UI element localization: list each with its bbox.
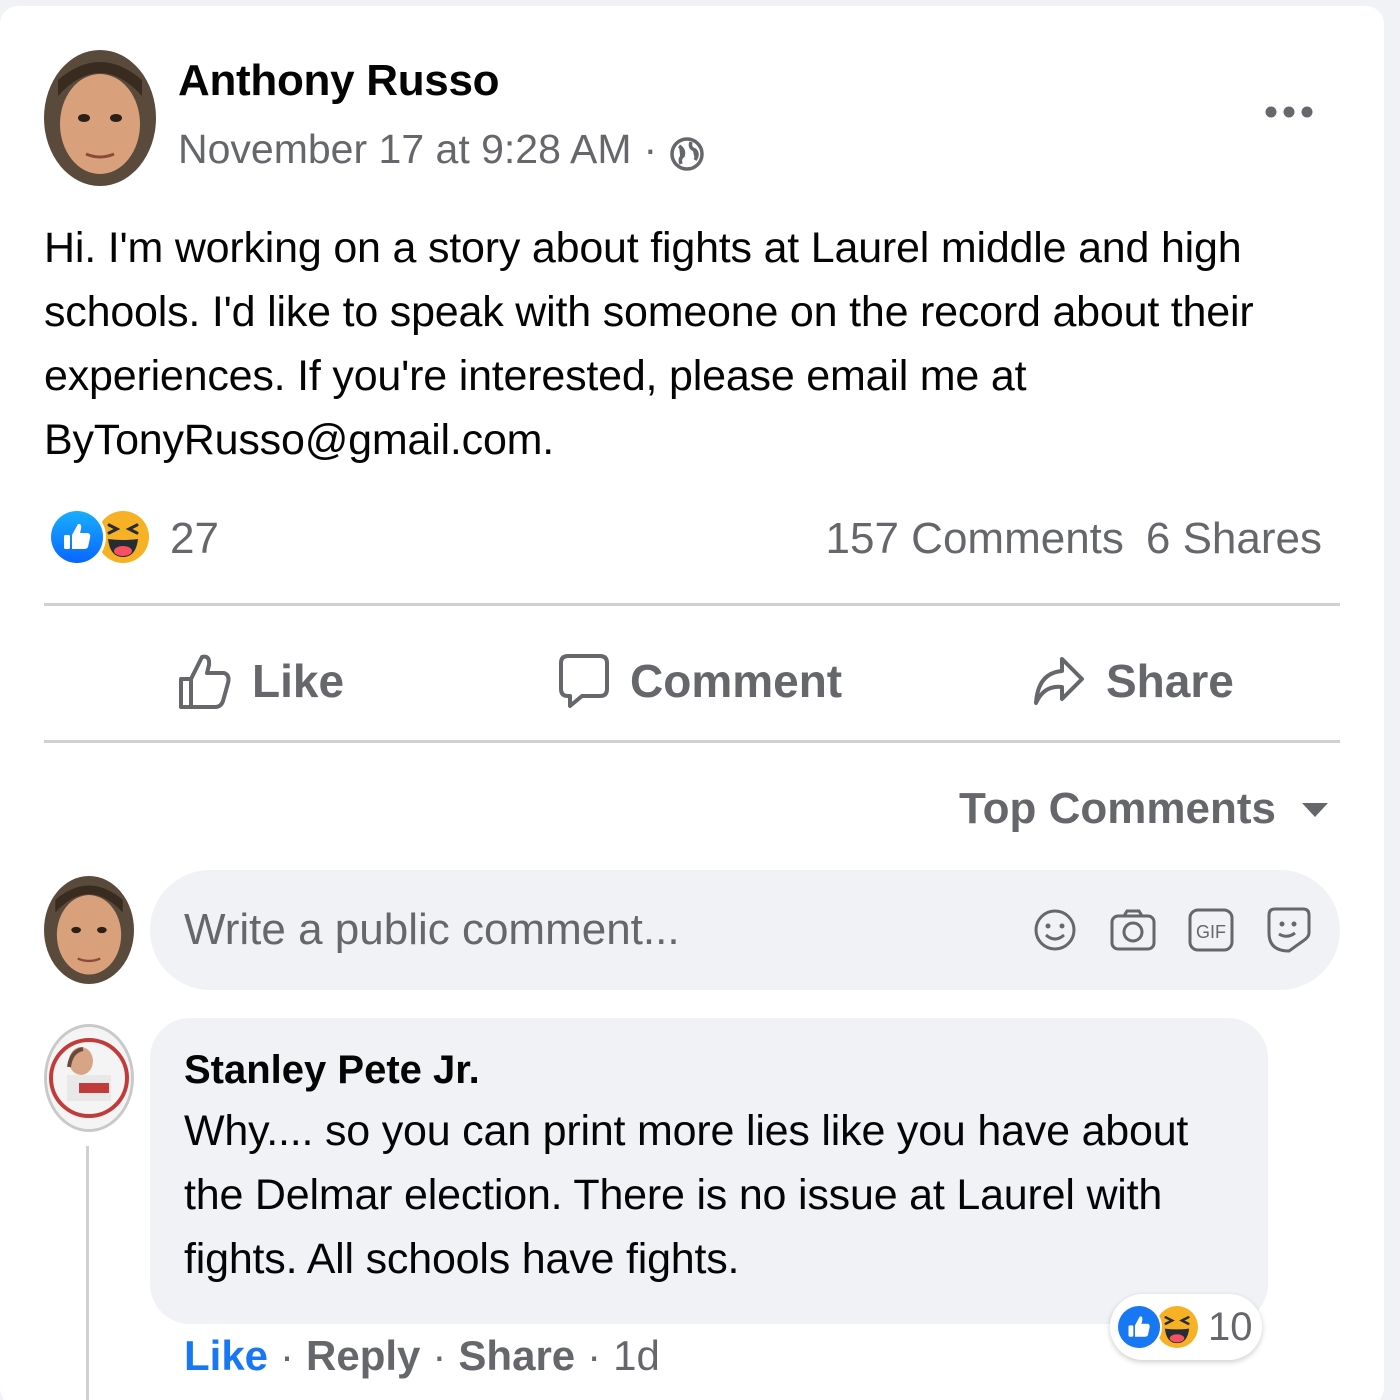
comment-sort-dropdown[interactable]: Top Comments xyxy=(959,784,1330,834)
separator: · xyxy=(587,1332,602,1379)
comment-reaction-summary[interactable]: 10 xyxy=(1110,1294,1262,1360)
current-user-avatar[interactable] xyxy=(44,876,134,984)
comment-input[interactable] xyxy=(184,905,1030,955)
globe-icon[interactable] xyxy=(669,135,705,171)
like-label: Like xyxy=(252,655,345,707)
commenter-name[interactable]: Stanley Pete Jr. xyxy=(184,1048,1234,1093)
post-text: Hi. I'm working on a story about fights … xyxy=(44,224,1254,464)
post-meta: November 17 at 9:28 AM · xyxy=(178,126,705,173)
comment-like-button[interactable]: Like xyxy=(184,1332,268,1380)
thread-line xyxy=(86,1146,89,1400)
divider xyxy=(44,740,1340,743)
like-button[interactable]: Like xyxy=(178,636,344,726)
share-button[interactable]: Share xyxy=(1032,636,1234,726)
sticker-icon[interactable] xyxy=(1264,905,1314,955)
emoji-icon[interactable] xyxy=(1030,905,1080,955)
camera-icon[interactable] xyxy=(1108,905,1158,955)
author-avatar[interactable] xyxy=(44,50,156,186)
separator: · xyxy=(280,1332,295,1379)
comment-bubble-icon xyxy=(559,654,609,708)
comment-bubble: Stanley Pete Jr. Why.... so you can prin… xyxy=(150,1018,1268,1324)
comment-composer: GIF xyxy=(150,870,1340,990)
comment-label: Comment xyxy=(630,655,843,707)
comment-text: Why.... so you can print more lies like … xyxy=(184,1107,1189,1283)
reaction-count: 27 xyxy=(170,514,219,563)
share-label: Share xyxy=(1106,655,1234,707)
author-name[interactable]: Anthony Russo xyxy=(178,56,500,106)
shares-count-link[interactable]: 6 Shares xyxy=(1146,514,1322,564)
like-reaction-icon xyxy=(48,508,106,566)
comment-reply-button[interactable]: Reply xyxy=(306,1332,420,1380)
comments-count-link[interactable]: 157 Comments xyxy=(826,514,1124,564)
commenter-avatar[interactable] xyxy=(44,1024,134,1132)
comment-reaction-count: 10 xyxy=(1208,1304,1253,1349)
comment-share-button[interactable]: Share xyxy=(458,1332,575,1380)
engagement-counts: 157 Comments 6 Shares xyxy=(826,514,1322,564)
sort-label: Top Comments xyxy=(959,784,1276,833)
svg-text:GIF: GIF xyxy=(1196,922,1226,942)
post-card: Anthony Russo November 17 at 9:28 AM · H… xyxy=(0,6,1384,1400)
composer-icons: GIF xyxy=(1030,905,1314,955)
gif-icon[interactable]: GIF xyxy=(1186,905,1236,955)
like-reaction-icon xyxy=(1116,1304,1162,1350)
separator: · xyxy=(432,1332,447,1379)
caret-down-icon xyxy=(1302,803,1328,817)
comment-button[interactable]: Comment xyxy=(558,636,842,726)
thumbs-up-icon xyxy=(179,654,231,709)
comment-actions: Like · Reply · Share · 1d xyxy=(184,1332,660,1380)
reaction-summary[interactable]: 27 xyxy=(48,508,219,570)
more-options-icon[interactable] xyxy=(1258,92,1320,132)
share-arrow-icon xyxy=(1034,657,1084,705)
comment-age[interactable]: 1d xyxy=(613,1332,660,1380)
divider xyxy=(44,603,1340,606)
post-timestamp[interactable]: November 17 at 9:28 AM xyxy=(178,126,632,173)
meta-separator: · xyxy=(643,126,658,172)
